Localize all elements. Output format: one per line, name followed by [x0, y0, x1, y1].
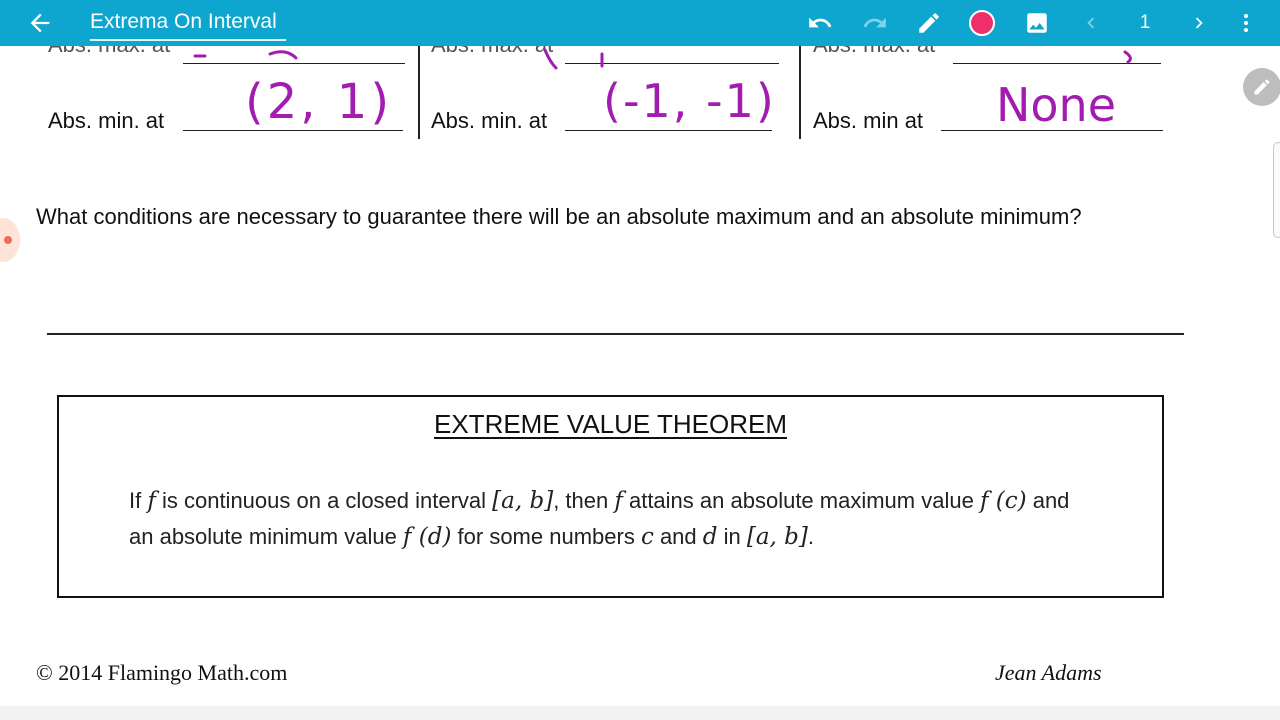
edit-fab-button[interactable]: [1243, 68, 1280, 106]
pen-icon[interactable]: [914, 8, 944, 38]
more-vert-icon[interactable]: [1231, 8, 1261, 38]
theorem-d: d: [702, 524, 718, 550]
pencil-icon: [1254, 79, 1270, 95]
handwritten-answer-1: (2, 1): [245, 74, 393, 130]
handwritten-answer-3: None: [996, 78, 1117, 132]
theorem-interval-2: [a, b]: [746, 524, 808, 550]
answer-line: [47, 333, 1184, 335]
theorem-c: c: [640, 524, 654, 550]
page-number-text: 1: [1139, 12, 1151, 33]
previous-page-chevron-icon[interactable]: [1076, 8, 1106, 38]
theorem-interval-1: [a, b]: [492, 488, 554, 514]
next-page-chevron-icon[interactable]: [1184, 8, 1214, 38]
theorem-text-8: in: [717, 524, 747, 549]
theorem-text-7: and: [653, 524, 703, 549]
theorem-fd: f (d): [402, 524, 452, 550]
color-dot: [969, 10, 995, 36]
page-number: 1: [1130, 8, 1160, 38]
ink-fragment-top-3: [1123, 50, 1132, 64]
theorem-text-6: for some numbers: [451, 524, 641, 549]
theorem-title-text: EXTREME VALUE THEOREM: [434, 409, 787, 439]
theorem-body: If f is continuous on a closed interval …: [129, 483, 1089, 555]
laser-dot: [4, 236, 12, 244]
title-underline: [90, 39, 286, 41]
bottom-strip: [0, 706, 1280, 720]
theorem-title: EXTREME VALUE THEOREM: [59, 409, 1162, 440]
theorem-text-1: If: [129, 488, 148, 513]
theorem-f-2: f: [614, 488, 623, 514]
handwritten-answer-2: (-1, -1): [603, 74, 776, 128]
question-text: What conditions are necessary to guarant…: [36, 204, 1082, 229]
theorem-text-3: , then: [553, 488, 615, 513]
document-title[interactable]: Extrema On Interval: [90, 10, 277, 34]
image-icon[interactable]: [1022, 8, 1052, 38]
handwriting-ink-layer: [193, 48, 1132, 70]
copyright-text: © 2014 Flamingo Math.com: [36, 660, 288, 685]
worksheet-page[interactable]: Abs. max. at Abs. max. at Abs. max. at A…: [0, 46, 1280, 720]
author-name: Jean Adams: [995, 660, 1102, 685]
redo-icon[interactable]: [860, 8, 890, 38]
pen-color-swatch[interactable]: [967, 8, 997, 38]
app-bar: Extrema On Interval 1: [0, 0, 1280, 46]
theorem-text-2: is continuous on a closed interval: [155, 488, 493, 513]
theorem-text-4: attains an absolute maximum value: [622, 488, 980, 513]
theorem-f-1: f: [147, 488, 156, 514]
back-arrow-icon[interactable]: [26, 9, 54, 37]
ink-fragment-top-2: [543, 48, 604, 70]
undo-icon[interactable]: [805, 8, 835, 38]
theorem-text-9: .: [807, 524, 814, 549]
theorem-fc: f (c): [979, 488, 1027, 514]
scrollbar-handle[interactable]: [1273, 142, 1280, 238]
theorem-box: EXTREME VALUE THEOREM If f is continuous…: [57, 395, 1164, 598]
ink-fragment-top-1: [193, 50, 298, 60]
